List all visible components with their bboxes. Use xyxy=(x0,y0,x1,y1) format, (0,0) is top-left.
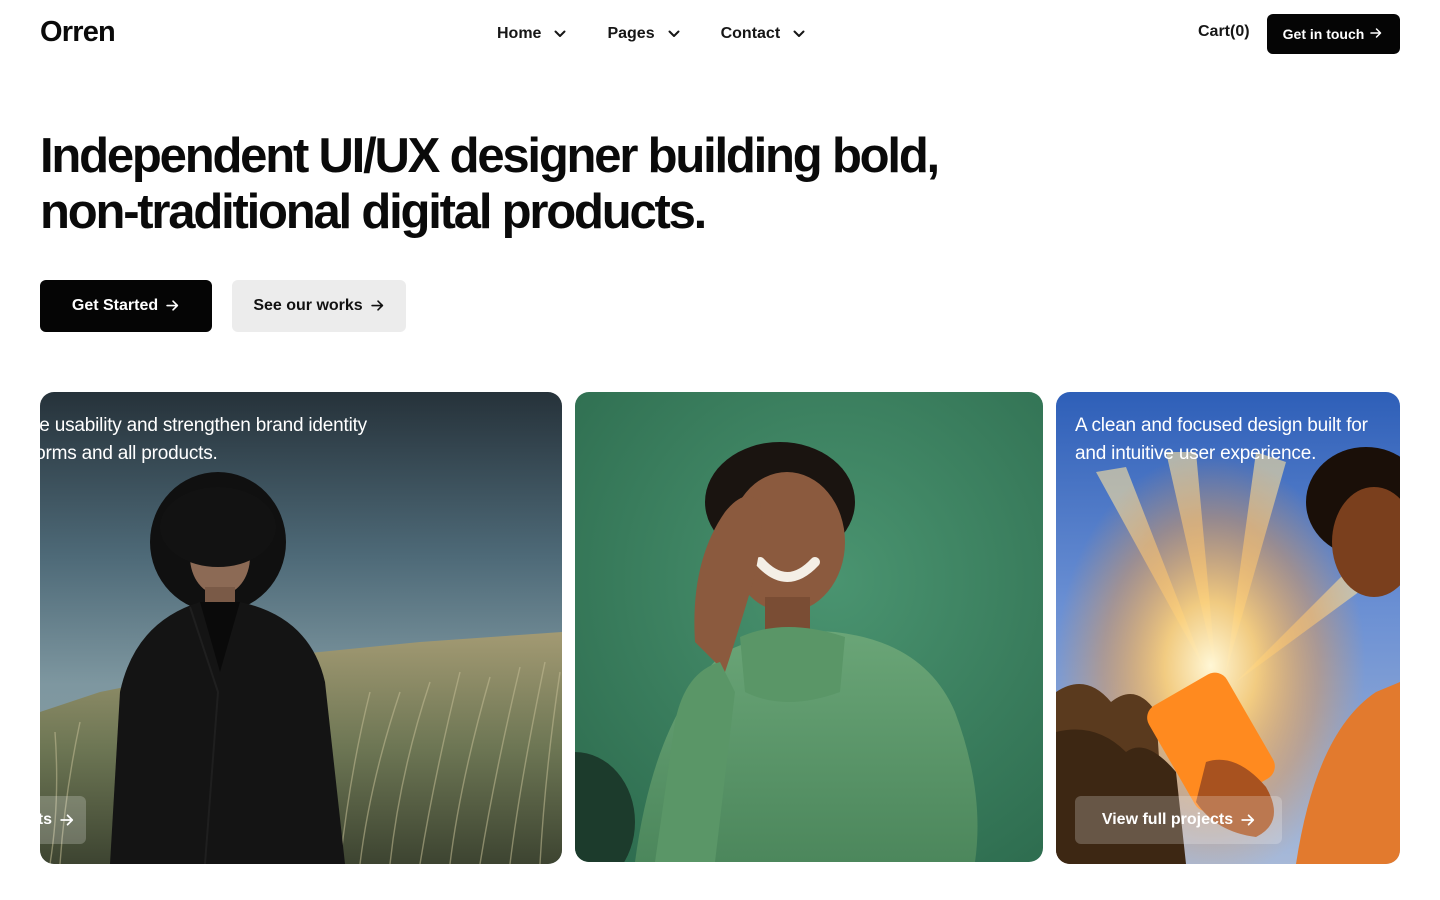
card-caption-line: A clean and focused design built for xyxy=(1075,415,1368,436)
site-header: Orren Home Pages Contact Cart(0) Get in … xyxy=(0,0,1440,68)
see-our-works-button[interactable]: See our works xyxy=(232,280,406,332)
nav-item-pages[interactable]: Pages xyxy=(607,22,680,46)
nav-item-home[interactable]: Home xyxy=(497,22,567,46)
card-caption-line: ce usability and strengthen brand identi… xyxy=(40,415,367,436)
get-started-label: Get Started xyxy=(71,297,159,314)
chevron-down-icon xyxy=(553,27,567,41)
get-started-button[interactable]: Get Started xyxy=(40,280,212,332)
project-card[interactable]: ce usability and strengthen brand identi… xyxy=(40,392,562,864)
nav-item-label: Contact xyxy=(720,25,781,42)
view-full-projects-label: View full projects xyxy=(40,811,52,828)
arrow-right-icon xyxy=(1370,27,1384,41)
project-card[interactable] xyxy=(575,392,1043,862)
chevron-down-icon xyxy=(792,27,806,41)
project-image-green-sweater xyxy=(575,392,1043,862)
logo[interactable]: Orren xyxy=(40,16,116,49)
card-caption-line: and intuitive user experience. xyxy=(1075,443,1317,464)
arrow-right-icon xyxy=(370,299,385,313)
nav-item-contact[interactable]: Contact xyxy=(721,22,807,46)
hero-title-line: non-traditional digital products. xyxy=(40,185,707,239)
hero-title-line: Independent UI/UX designer building bold… xyxy=(40,129,940,183)
cart-link[interactable]: Cart(0) xyxy=(1198,23,1250,41)
card-caption: ce usability and strengthen brand identi… xyxy=(40,412,367,468)
card-caption: A clean and focused design built for and… xyxy=(1075,412,1368,468)
card-caption-line: forms and all products. xyxy=(40,443,218,464)
view-full-projects-button[interactable]: View full projects xyxy=(1075,796,1282,844)
main-nav: Home Pages Contact xyxy=(497,22,846,46)
see-our-works-label: See our works xyxy=(253,297,363,314)
view-full-projects-label: View full projects xyxy=(1101,811,1234,828)
arrow-right-icon xyxy=(60,813,74,827)
arrow-right-icon xyxy=(166,299,180,313)
chevron-down-icon xyxy=(667,27,681,41)
get-in-touch-button[interactable]: Get in touch xyxy=(1267,14,1400,54)
view-full-projects-button[interactable]: View full projects xyxy=(40,796,86,844)
get-in-touch-label: Get in touch xyxy=(1282,26,1365,42)
nav-item-label: Pages xyxy=(607,25,655,42)
nav-item-label: Home xyxy=(497,25,542,42)
project-card[interactable]: A clean and focused design built for and… xyxy=(1056,392,1400,864)
hero-title: Independent UI/UX designer building bold… xyxy=(40,128,1040,240)
arrow-right-icon xyxy=(1241,813,1255,827)
